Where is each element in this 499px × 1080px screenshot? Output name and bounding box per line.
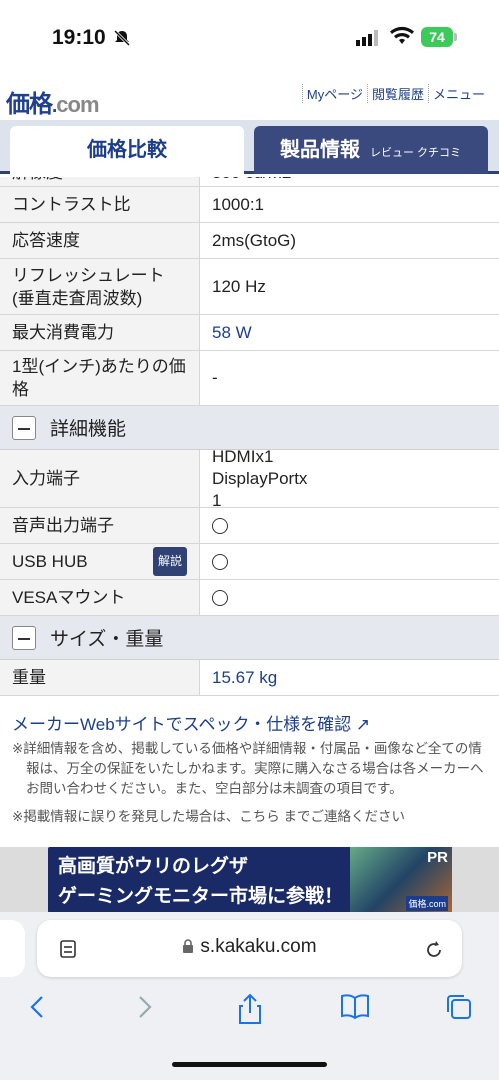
reload-icon[interactable]	[424, 938, 444, 960]
maker-web-link[interactable]: メーカーWebサイトでスペック・仕様を確認 ↗	[0, 696, 499, 739]
table-row: 最大消費電力 58 W	[0, 315, 499, 351]
browser-nav	[0, 992, 499, 1032]
help-badge[interactable]: 解説	[152, 547, 187, 576]
site-header: 価格.com Myページ 閲覧履歴 メニュー	[0, 72, 499, 120]
url-text: s.kakaku.com	[200, 936, 317, 957]
table-row: 音声出力端子	[0, 508, 499, 544]
forward-icon[interactable]	[134, 992, 154, 1027]
share-icon[interactable]	[236, 992, 264, 1031]
tabs-icon[interactable]	[444, 992, 474, 1027]
table-row: リフレッシュレート(垂直走査周波数) 120 Hz	[0, 259, 499, 315]
signal-icon	[356, 30, 378, 46]
bell-muted-icon	[113, 29, 131, 47]
header-links: Myページ 閲覧履歴 メニュー	[301, 84, 489, 103]
table-row: 応答速度 2ms(GtoG)	[0, 223, 499, 259]
spec-table: 解像度300 cd/m2 コントラスト比1000:1 応答速度2ms(GtoG)…	[0, 177, 499, 847]
ad-banner[interactable]: 高画質がウリのレグザ ゲーミングモニター市場に参戦！ PR 価格.com	[0, 847, 499, 913]
table-row: 重量 15.67 kg	[0, 660, 499, 696]
yes-circle-icon	[212, 589, 228, 606]
tab-bar: 価格比較 製品情報 レビュー クチコミ	[0, 120, 499, 174]
disclaimer-notes: ※詳細情報を含め、掲載している価格や詳細情報・付属品・画像など全ての情報は、万全…	[12, 741, 484, 824]
bookmarks-icon[interactable]	[338, 992, 372, 1027]
external-link-icon: ↗	[355, 715, 371, 734]
yes-circle-icon	[212, 553, 228, 570]
wifi-icon	[390, 26, 414, 44]
ad-box[interactable]: 高画質がウリのレグザ ゲーミングモニター市場に参戦！ PR 価格.com	[48, 847, 452, 913]
tab-product-info[interactable]: 製品情報 レビュー クチコミ	[254, 126, 488, 174]
section-detail-header[interactable]: 詳細機能	[0, 406, 499, 450]
yes-circle-icon	[212, 517, 228, 534]
table-row: 1型(インチ)あたりの価格 -	[0, 351, 499, 406]
status-bar: 19:10 74	[0, 0, 499, 72]
collapse-icon[interactable]	[12, 415, 36, 440]
back-icon[interactable]	[28, 992, 48, 1027]
kakaku-logo[interactable]: 価格.com	[6, 84, 100, 119]
history-link[interactable]: 閲覧履歴	[366, 84, 428, 103]
table-row: 解像度300 cd/m2	[0, 177, 499, 187]
home-indicator	[172, 1062, 327, 1067]
menu-link[interactable]: メニュー	[427, 84, 489, 103]
previous-tab[interactable]	[0, 920, 25, 977]
status-time: 19:10	[52, 26, 106, 49]
address-bar[interactable]: s.kakaku.com	[37, 920, 462, 977]
lock-icon	[183, 939, 194, 953]
table-row: コントラスト比 1000:1	[0, 187, 499, 223]
table-row: VESAマウント	[0, 580, 499, 616]
table-row: USB HUB 解説	[0, 544, 499, 580]
tab-price-compare[interactable]: 価格比較	[10, 126, 244, 174]
mypage-link[interactable]: Myページ	[301, 84, 367, 103]
browser-chrome: s.kakaku.com	[0, 912, 499, 1080]
section-size-header[interactable]: サイズ・重量	[0, 616, 499, 660]
table-row: 入力端子 HDMIx1 DisplayPortx1	[0, 447, 499, 510]
battery-icon: 74	[421, 27, 457, 47]
collapse-icon[interactable]	[12, 625, 36, 650]
